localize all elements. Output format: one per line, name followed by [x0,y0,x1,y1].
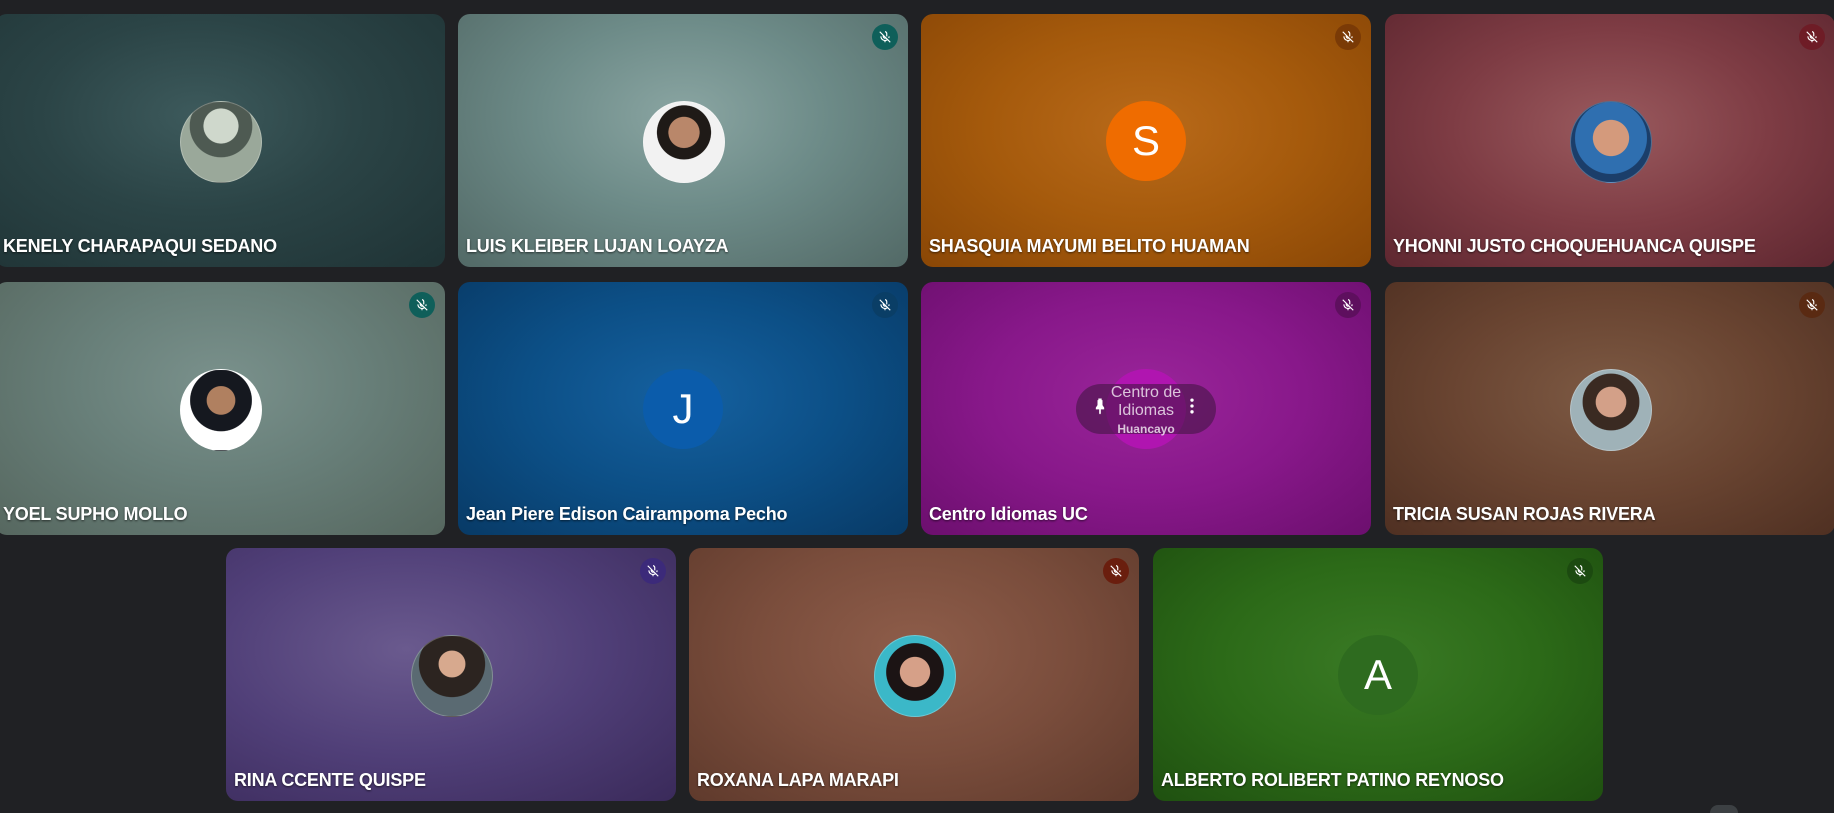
participant-tile[interactable]: J Jean Piere Edison Cairampoma Pecho [458,282,908,535]
avatar [643,100,725,183]
participant-name: LUIS KLEIBER LUJAN LOAYZA [466,236,729,256]
avatar-initial: S [1106,100,1186,181]
mic-off-icon [640,558,666,584]
scroll-indicator[interactable] [1710,805,1738,813]
participant-name: KENELY CHARAPAQUI SEDANO [3,236,277,256]
participant-tile[interactable]: YOEL SUPHO MOLLO [0,282,445,535]
mic-off-icon [1335,24,1361,50]
participant-name: TRICIA SUSAN ROJAS RIVERA [1393,504,1656,524]
avatar [1570,100,1652,183]
participant-tile[interactable]: LUIS KLEIBER LUJAN LOAYZA [458,14,908,267]
avatar [180,100,262,183]
participant-tile[interactable]: RINA CCENTE QUISPE [226,548,676,801]
participant-tile[interactable]: A ALBERTO ROLIBERT PATINO REYNOSO [1153,548,1603,801]
avatar [1570,368,1652,451]
participant-name: ALBERTO ROLIBERT PATINO REYNOSO [1161,770,1504,790]
pin-icon[interactable] [1090,396,1110,421]
mic-off-icon [1567,558,1593,584]
participant-name: Centro Idiomas UC [929,504,1088,524]
avatar [874,634,956,717]
participant-tile[interactable]: ROXANA LAPA MARAPI [689,548,1139,801]
participant-name: YOEL SUPHO MOLLO [3,504,188,524]
participant-grid: KENELY CHARAPAQUI SEDANO LUIS KLEIBER LU… [0,0,1834,813]
avatar-initial: J [643,368,723,449]
participant-name: ROXANA LAPA MARAPI [697,770,899,790]
participant-tile[interactable]: YHONNI JUSTO CHOQUEHUANCA QUISPE [1385,14,1834,267]
mic-off-icon [1103,558,1129,584]
mic-off-icon [1799,24,1825,50]
mic-off-icon [872,292,898,318]
tile-hover-controls: Centro de Idiomas Huancayo [1076,383,1216,436]
participant-name: SHASQUIA MAYUMI BELITO HUAMAN [929,236,1250,256]
mic-off-icon [872,24,898,50]
participant-tile[interactable]: S SHASQUIA MAYUMI BELITO HUAMAN [921,14,1371,267]
mic-off-icon [1799,292,1825,318]
avatar [411,634,493,717]
participant-name: YHONNI JUSTO CHOQUEHUANCA QUISPE [1393,236,1756,256]
participant-name: Jean Piere Edison Cairampoma Pecho [466,504,788,524]
more-options-icon[interactable] [1182,396,1202,421]
avatar-initial: A [1338,634,1418,715]
mic-off-icon [1335,292,1361,318]
mic-off-icon [409,292,435,318]
participant-tile[interactable]: KENELY CHARAPAQUI SEDANO [0,14,445,267]
participant-name: RINA CCENTE QUISPE [234,770,426,790]
participant-tile[interactable]: Centro de Idiomas Huancayo Centro Idioma… [921,282,1371,535]
avatar [180,368,262,451]
participant-tile[interactable]: TRICIA SUSAN ROJAS RIVERA [1385,282,1834,535]
